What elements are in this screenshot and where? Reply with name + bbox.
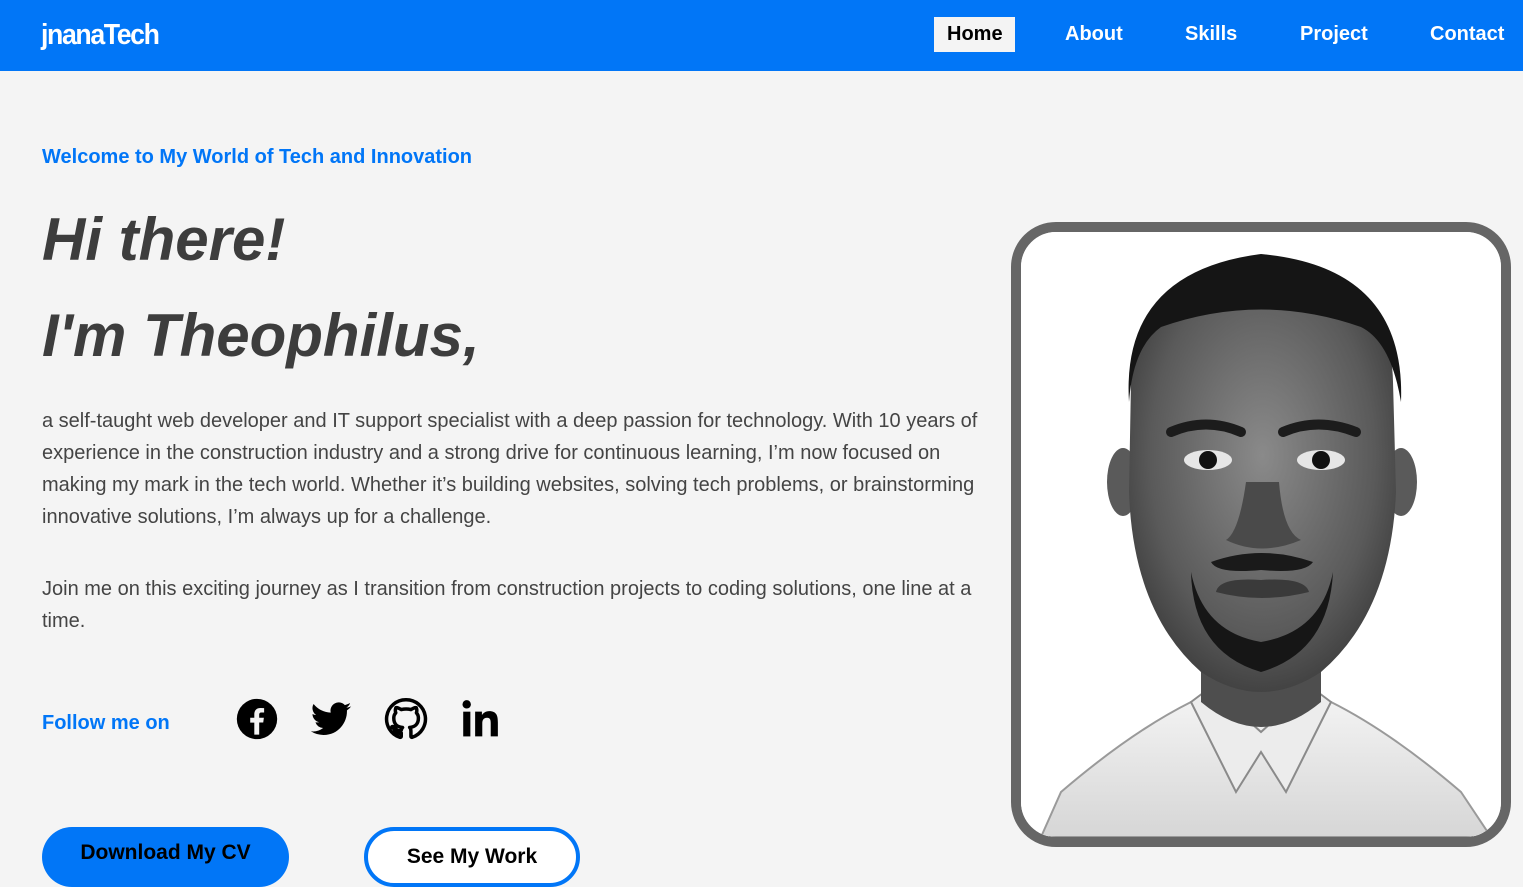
portrait-illustration: [1021, 232, 1501, 837]
greeting-heading: Hi there!: [42, 206, 286, 273]
nav-item-project[interactable]: Project: [1300, 17, 1368, 52]
see-my-work-button[interactable]: See My Work: [364, 827, 580, 887]
top-navbar: jnanaTech Home About Skills Project Cont…: [0, 0, 1523, 71]
nav-item-contact[interactable]: Contact: [1430, 17, 1504, 52]
nav-item-skills[interactable]: Skills: [1185, 17, 1237, 52]
github-icon[interactable]: [384, 697, 428, 741]
facebook-icon[interactable]: [235, 697, 279, 741]
nav-item-about[interactable]: About: [1065, 17, 1123, 52]
name-heading: I'm Theophilus,: [42, 302, 480, 369]
welcome-tagline: Welcome to My World of Tech and Innovati…: [42, 146, 473, 168]
follow-label: Follow me on: [42, 712, 170, 734]
brand-logo[interactable]: jnanaTech: [41, 17, 160, 53]
nav-item-home[interactable]: Home: [934, 17, 1015, 52]
intro-paragraph: a self-taught web developer and IT suppo…: [42, 410, 978, 528]
profile-photo: [1011, 222, 1511, 847]
linkedin-icon[interactable]: [459, 697, 503, 741]
download-cv-button[interactable]: Download My CV: [42, 827, 289, 887]
twitter-icon[interactable]: [309, 697, 353, 741]
journey-paragraph: Join me on this exciting journey as I tr…: [42, 578, 972, 632]
